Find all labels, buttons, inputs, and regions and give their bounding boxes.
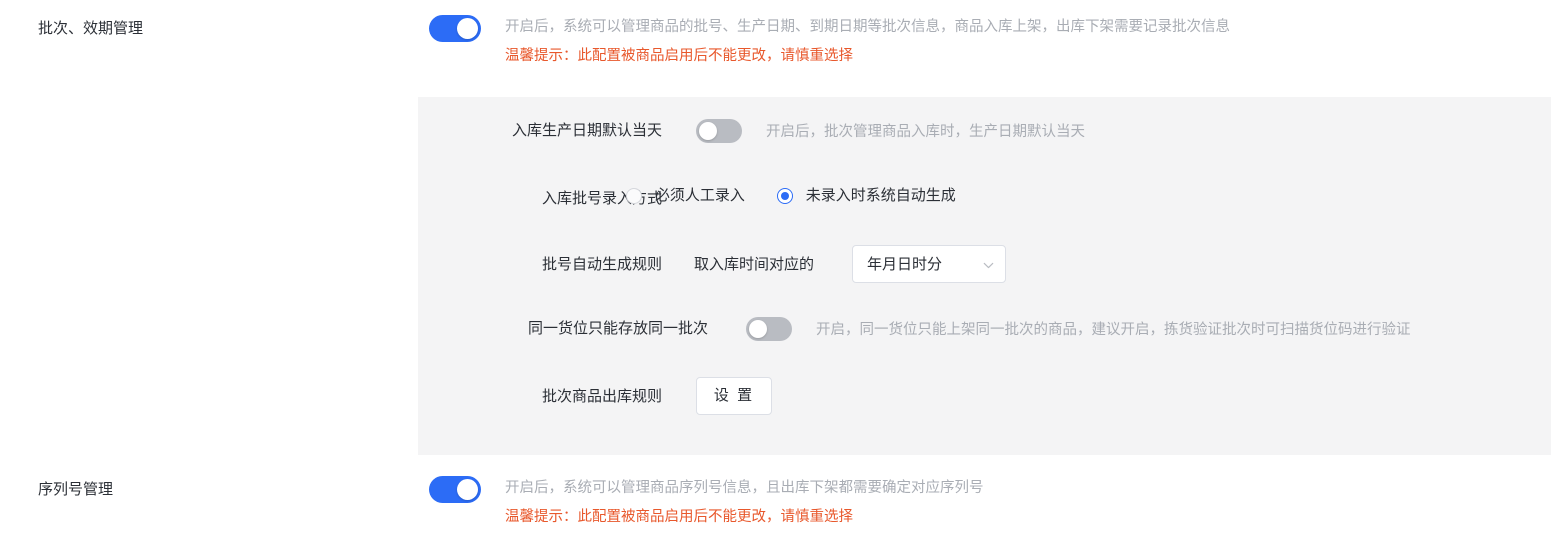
toggle-knob xyxy=(749,320,767,338)
same-location-single-batch-description: 开启，同一货位只能上架同一批次的商品，建议开启，拣货验证批次时可扫描货位码进行验… xyxy=(816,322,1411,338)
batch-auto-rule-select-value: 年月日时分 xyxy=(867,256,943,273)
inbound-production-date-description: 开启后，批次管理商品入库时，生产日期默认当天 xyxy=(766,124,1085,140)
radio-option-manual-entry-label: 必须人工录入 xyxy=(654,187,745,204)
serial-number-description: 开启后，系统可以管理商品序列号信息，且出库下架都需要确定对应序列号 xyxy=(505,480,984,496)
toggle-knob xyxy=(457,18,478,39)
inbound-batch-entry-radio-group: 必须人工录入 未录入时系统自动生成 xyxy=(626,185,956,207)
radio-option-auto-generate[interactable]: 未录入时系统自动生成 xyxy=(776,185,956,207)
radio-option-auto-generate-label: 未录入时系统自动生成 xyxy=(805,187,956,204)
inbound-production-date-label: 入库生产日期默认当天 xyxy=(511,122,662,139)
radio-circle-icon xyxy=(626,188,642,204)
same-location-single-batch-row: 同一货位只能存放同一批次 开启，同一货位只能上架同一批次的商品，建议开启，拣货验… xyxy=(418,309,1551,349)
settings-page: 批次、效期管理 开启后，系统可以管理商品的批号、生产日期、到期日期等批次信息，商… xyxy=(0,0,1551,547)
toggle-knob xyxy=(457,479,478,500)
batch-settings-panel: 入库生产日期默认当天 开启后，批次管理商品入库时，生产日期默认当天 入库批号录入… xyxy=(418,97,1551,455)
radio-circle-checked-icon xyxy=(776,188,793,204)
serial-number-section-label: 序列号管理 xyxy=(38,481,114,498)
inbound-production-date-row: 入库生产日期默认当天 开启后，批次管理商品入库时，生产日期默认当天 xyxy=(418,111,1551,151)
batch-auto-rule-row: 批号自动生成规则 取入库时间对应的 年月日时分 xyxy=(418,245,1551,285)
batch-expiry-description: 开启后，系统可以管理商品的批号、生产日期、到期日期等批次信息，商品入库上架，出库… xyxy=(505,19,1230,35)
batch-expiry-section: 批次、效期管理 开启后，系统可以管理商品的批号、生产日期、到期日期等批次信息，商… xyxy=(0,0,1551,97)
batch-auto-rule-prefix-text: 取入库时间对应的 xyxy=(694,256,815,273)
serial-number-warning: 温馨提示：此配置被商品启用后不能更改，请慎重选择 xyxy=(505,509,853,525)
batch-auto-rule-select[interactable]: 年月日时分 xyxy=(852,245,1006,283)
batch-outbound-rule-settings-button[interactable]: 设 置 xyxy=(696,377,772,415)
batch-expiry-warning: 温馨提示：此配置被商品启用后不能更改，请慎重选择 xyxy=(505,48,853,64)
chevron-down-icon xyxy=(983,260,994,271)
batch-outbound-rule-row: 批次商品出库规则 设 置 xyxy=(418,377,1551,417)
batch-outbound-rule-label: 批次商品出库规则 xyxy=(541,388,662,405)
toggle-knob xyxy=(699,122,717,140)
same-location-single-batch-toggle[interactable] xyxy=(746,317,792,341)
radio-option-manual-entry[interactable]: 必须人工录入 xyxy=(626,185,745,207)
batch-auto-rule-label: 批号自动生成规则 xyxy=(541,256,662,273)
inbound-production-date-toggle[interactable] xyxy=(696,119,742,143)
inbound-batch-entry-row: 入库批号录入方式 必须人工录入 未录入时系统自动生成 xyxy=(418,179,1551,219)
batch-expiry-management-toggle[interactable] xyxy=(429,15,481,42)
serial-number-section: 序列号管理 开启后，系统可以管理商品序列号信息，且出库下架都需要确定对应序列号 … xyxy=(0,455,1551,547)
serial-number-management-toggle[interactable] xyxy=(429,476,481,503)
same-location-single-batch-label: 同一货位只能存放同一批次 xyxy=(527,320,708,337)
batch-expiry-section-label: 批次、效期管理 xyxy=(38,20,144,37)
